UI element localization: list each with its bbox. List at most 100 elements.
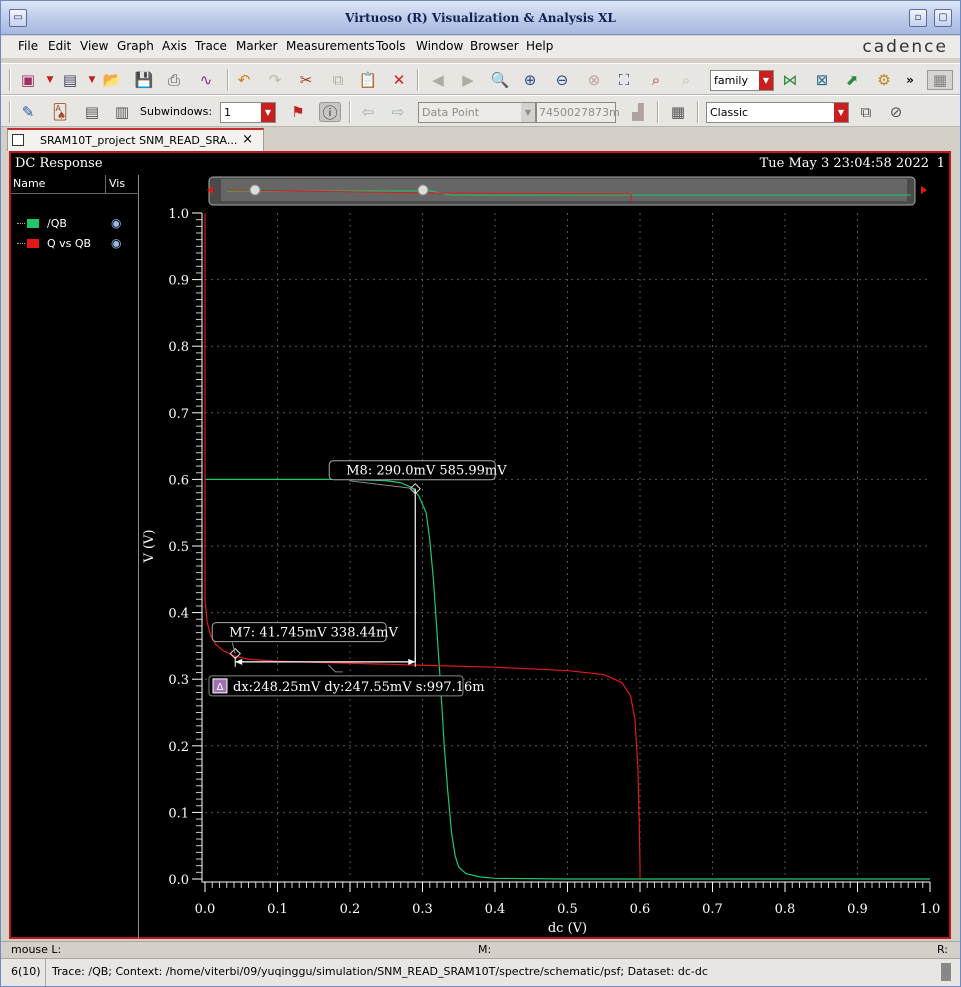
style-select-value: Classic — [710, 106, 749, 119]
x-tick-label: 0.8 — [775, 902, 796, 917]
plot-subwindow[interactable]: DC Response Tue May 3 23:04:58 2022 1 Na… — [9, 151, 951, 939]
subwindows-value: 1 — [224, 106, 231, 119]
window-icon[interactable]: ⧉ — [855, 102, 877, 122]
paste-icon[interactable]: 📋 — [357, 70, 379, 90]
y-tick-label: 0.7 — [168, 407, 189, 422]
zoom-box-icon[interactable]: ⌕ — [645, 70, 667, 90]
status-scroll-handle[interactable] — [941, 963, 951, 981]
split-horizontal-icon[interactable]: ▤ — [81, 102, 103, 122]
toolbar-separator — [9, 101, 11, 123]
print-icon[interactable]: ⎙ — [163, 70, 185, 90]
new-subwindow-icon[interactable]: ▤ — [59, 70, 81, 90]
zoom-icon[interactable]: 🔍 — [489, 70, 511, 90]
menu-browser[interactable]: Browser — [470, 39, 519, 53]
toolbar-separator — [227, 69, 229, 91]
open-folder-icon[interactable]: 📂 — [101, 70, 123, 90]
strip-plot-icon[interactable]: ⊠ — [811, 70, 833, 90]
close-window-icon[interactable]: ⊘ — [885, 102, 907, 122]
bar-chart-icon[interactable]: ▟ — [627, 102, 649, 122]
toolbar-separator — [349, 101, 351, 123]
next-point-icon[interactable]: ⇨ — [387, 102, 409, 122]
menu-axis[interactable]: Axis — [162, 39, 187, 53]
data-point-readout-value: 7450027873m — [539, 106, 620, 119]
x-tick-label: 0.2 — [340, 902, 361, 917]
zoom-in-icon[interactable]: ⊕ — [519, 70, 541, 90]
undo-icon[interactable]: ↶ — [233, 70, 255, 90]
menu-view[interactable]: View — [80, 39, 108, 53]
trace-plot-icon[interactable]: ⬈ — [841, 70, 863, 90]
y-tick-label: 0.4 — [168, 607, 189, 622]
toolbar-separator — [417, 69, 419, 91]
tab-graph[interactable]: SRAM10T_project SNM_READ_SRA... × — [7, 128, 264, 151]
x-tick-label: 0.9 — [847, 902, 868, 917]
secondary-toolbar: ✎ 🂡 ▤ ▥ Subwindows: 1 ▼ ⚑ ⓘ ⇦ ⇨ Data Poi… — [1, 95, 960, 127]
menu-measurements[interactable]: Measurements — [286, 39, 375, 53]
chevron-down-icon[interactable]: ▼ — [759, 71, 773, 90]
menu-help[interactable]: Help — [526, 39, 553, 53]
menu-tools[interactable]: Tools — [376, 39, 406, 53]
menu-window[interactable]: Window — [416, 39, 463, 53]
magic-wand-icon[interactable]: ✎ — [17, 102, 39, 122]
mouse-right-label: R: — [937, 943, 949, 956]
redo-icon[interactable]: ↷ — [264, 70, 286, 90]
zoom-out-icon[interactable]: ⊖ — [551, 70, 573, 90]
range-scroller-track — [221, 179, 907, 201]
mouse-middle-label: M: — [478, 943, 492, 956]
settings-icon[interactable]: ⚙ — [873, 70, 895, 90]
style-select[interactable]: Classic ▼ — [706, 102, 849, 123]
plot-area[interactable]: 0.0 0.1 0.2 0.3 0.4 0.5 0.6 0.7 0.8 0.9 1.0 0.0 0.1 0… — [11, 153, 949, 939]
x-tick-label: 0.4 — [485, 902, 506, 917]
data-point-value: Data Point — [422, 106, 480, 119]
range-scroller-marker — [249, 184, 261, 196]
menu-trace[interactable]: Trace — [195, 39, 227, 53]
dropdown-arrow-icon[interactable]: ▼ — [39, 70, 61, 90]
cards-icon[interactable]: 🂡 — [49, 102, 71, 122]
y-tick-label: 0.6 — [168, 473, 189, 488]
save-icon[interactable]: 💾 — [133, 70, 155, 90]
chevron-down-icon[interactable]: ▼ — [261, 103, 275, 122]
delete-icon[interactable]: ✕ — [388, 70, 410, 90]
chevron-down-icon[interactable]: ▼ — [834, 103, 848, 122]
family-select-value: family — [714, 74, 748, 87]
info-icon[interactable]: ⓘ — [319, 102, 341, 122]
flag-icon[interactable]: ⚑ — [287, 102, 309, 122]
waveform-icon[interactable]: ∿ — [195, 70, 217, 90]
close-icon[interactable]: × — [242, 132, 253, 147]
zoom-y-icon[interactable]: ⌕ — [675, 70, 697, 90]
family-select[interactable]: family ▼ — [710, 70, 774, 91]
toolbar-separator — [697, 101, 699, 123]
title-bar[interactable]: Virtuoso (R) Visualization & Analysis XL… — [1, 1, 960, 35]
back-icon[interactable]: ◀ — [427, 70, 449, 90]
cut-icon[interactable]: ✂ — [295, 70, 317, 90]
menu-graph[interactable]: Graph — [117, 39, 154, 53]
window-menu-icon[interactable]: ▭ — [9, 9, 27, 27]
family-plot-icon[interactable]: ⋈ — [779, 70, 801, 90]
minimize-button[interactable]: ▫ — [909, 9, 927, 27]
zoom-x-icon[interactable]: ⊗ — [583, 70, 605, 90]
menu-file[interactable]: File — [18, 39, 38, 53]
delta-icon-glyph: Δ — [217, 682, 224, 693]
fit-icon[interactable]: ⛶ — [613, 70, 635, 90]
split-vertical-icon[interactable]: ▥ — [111, 102, 133, 122]
chevron-down-icon[interactable]: ▼ — [521, 103, 535, 122]
forward-icon[interactable]: ▶ — [457, 70, 479, 90]
data-point-readout[interactable]: 7450027873m — [536, 102, 620, 123]
prev-point-icon[interactable]: ⇦ — [357, 102, 379, 122]
overflow-icon[interactable]: » — [899, 70, 921, 90]
x-tick-label: 0.7 — [702, 902, 723, 917]
menu-edit[interactable]: Edit — [48, 39, 71, 53]
dropdown-arrow-icon[interactable]: ▼ — [81, 70, 103, 90]
subwindows-label: Subwindows: — [140, 105, 213, 118]
copy-icon[interactable]: ⧉ — [327, 70, 349, 90]
mouse-left-label: mouse L: — [11, 943, 62, 956]
data-point-select[interactable]: Data Point ▼ — [418, 102, 536, 123]
grid-layout-icon[interactable]: ▦ — [927, 70, 953, 90]
menu-marker[interactable]: Marker — [236, 39, 277, 53]
cadence-logo: cadence — [862, 37, 948, 57]
new-window-icon[interactable]: ▣ — [17, 70, 39, 90]
calculator-icon[interactable]: ▦ — [667, 102, 689, 122]
subwindows-select[interactable]: 1 ▼ — [220, 102, 276, 123]
y-tick-label: 1.0 — [168, 207, 189, 222]
delta-pointer — [327, 664, 343, 673]
maximize-button[interactable]: ▢ — [934, 9, 952, 27]
